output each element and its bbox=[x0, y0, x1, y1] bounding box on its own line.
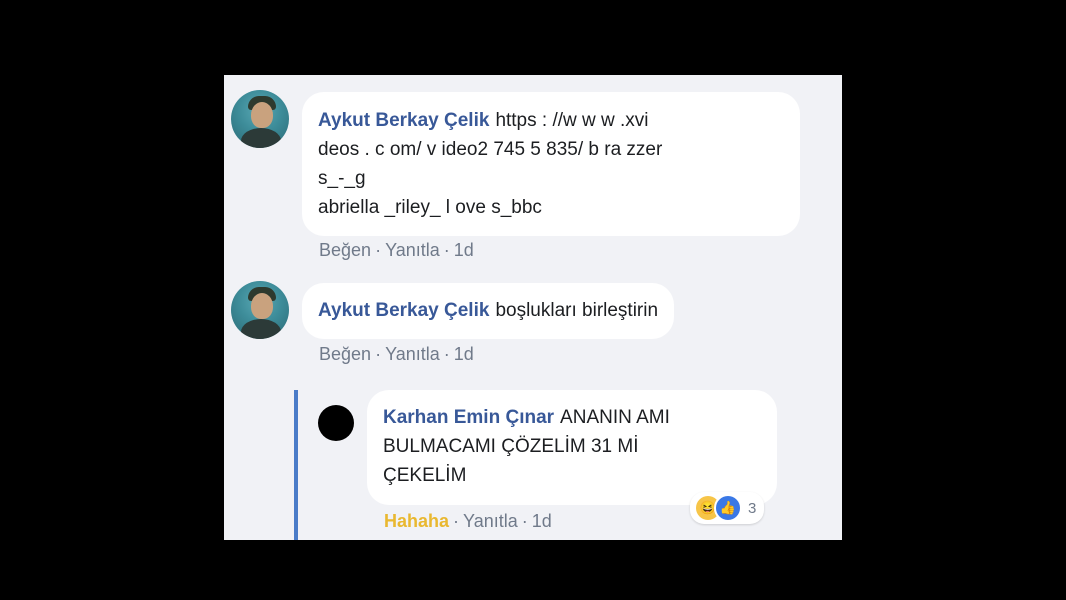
reply-text: ANANIN AMI bbox=[560, 407, 670, 428]
avatar-face bbox=[251, 102, 273, 128]
avatar[interactable] bbox=[318, 405, 354, 441]
avatar-body bbox=[241, 128, 281, 148]
comment-text: deos . c om/ v ideo2 745 5 835/ b ra zze… bbox=[318, 139, 663, 160]
avatar-body bbox=[241, 319, 281, 339]
avatar[interactable] bbox=[231, 90, 289, 148]
author-name[interactable]: Karhan Emin Çınar bbox=[383, 407, 554, 428]
separator: · bbox=[521, 511, 528, 531]
comment-line: Aykut Berkay Çelik https : //w w w .xvi bbox=[318, 106, 784, 135]
reply-link[interactable]: Yanıtla bbox=[385, 240, 440, 260]
comment-actions: Beğen · Yanıtla · 1d bbox=[319, 344, 474, 365]
reply-link[interactable]: Yanıtla bbox=[385, 344, 440, 364]
like-link[interactable]: Beğen bbox=[319, 344, 371, 364]
reaction-count: 3 bbox=[748, 499, 757, 517]
separator: · bbox=[443, 240, 450, 260]
like-icon: 👍 bbox=[714, 494, 742, 522]
reaction-link[interactable]: Hahaha bbox=[384, 511, 449, 531]
reactions-summary[interactable]: 😆 👍 3 bbox=[690, 492, 765, 524]
timestamp[interactable]: 1d bbox=[454, 344, 474, 364]
avatar[interactable] bbox=[231, 281, 289, 339]
like-link[interactable]: Beğen bbox=[319, 240, 371, 260]
comments-panel: Aykut Berkay Çelik https : //w w w .xvi d… bbox=[224, 75, 842, 540]
timestamp[interactable]: 1d bbox=[532, 511, 552, 531]
comment-text: s_-_g bbox=[318, 168, 366, 189]
comment-text: abriella _riley_ l ove s_bbc bbox=[318, 197, 542, 218]
reply-text: BULMACAMI ÇÖZELİM 31 Mİ bbox=[383, 436, 639, 457]
separator: · bbox=[453, 511, 460, 531]
author-name[interactable]: Aykut Berkay Çelik bbox=[318, 110, 489, 131]
reply-text: ÇEKELİM bbox=[383, 465, 467, 486]
reply-thread-line bbox=[294, 390, 298, 540]
reply-line: Karhan Emin Çınar ANANIN AMI bbox=[383, 403, 761, 432]
comment-bubble: Aykut Berkay Çelik https : //w w w .xvi d… bbox=[302, 92, 800, 236]
comment-text: https : //w w w .xvi bbox=[495, 110, 649, 131]
reply-link[interactable]: Yanıtla bbox=[463, 511, 518, 531]
timestamp[interactable]: 1d bbox=[454, 240, 474, 260]
comment-bubble: Aykut Berkay Çelik boşlukları birleştirin bbox=[302, 283, 675, 339]
separator: · bbox=[375, 240, 382, 260]
author-name[interactable]: Aykut Berkay Çelik bbox=[318, 300, 489, 321]
reply-bubble: Karhan Emin Çınar ANANIN AMI BULMACAMI ÇÖ… bbox=[367, 390, 777, 505]
separator: · bbox=[443, 344, 450, 364]
comment-text: boşlukları birleştirin bbox=[495, 300, 659, 321]
reply-actions: Hahaha · Yanıtla · 1d bbox=[384, 511, 552, 532]
separator: · bbox=[375, 344, 382, 364]
comment-actions: Beğen · Yanıtla · 1d bbox=[319, 240, 474, 261]
avatar-face bbox=[251, 293, 273, 319]
